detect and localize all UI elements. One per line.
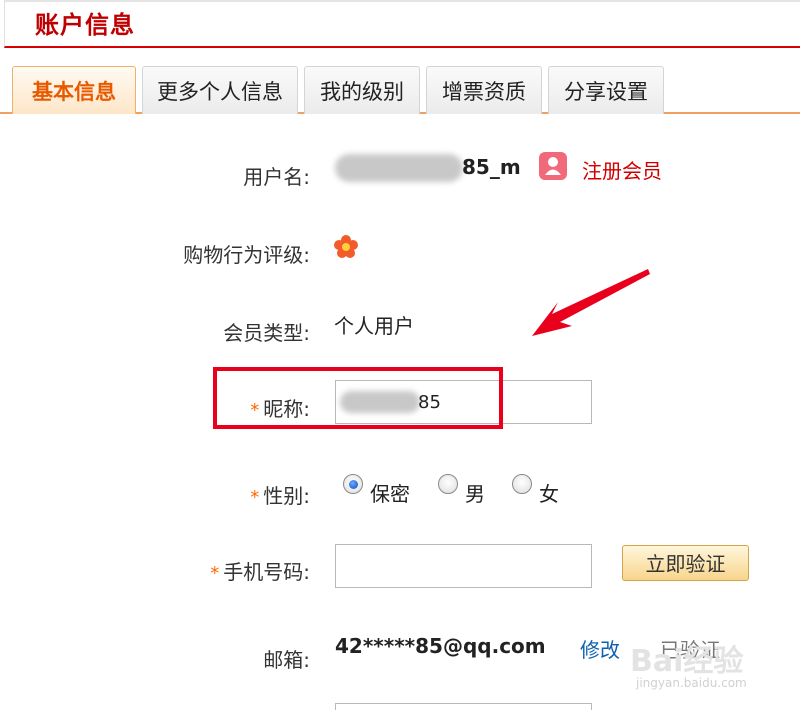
tab-my-level[interactable]: 我的级别 <box>304 66 420 114</box>
gender-option-female[interactable]: 女 <box>539 478 559 507</box>
next-field-input[interactable] <box>335 703 592 710</box>
email-label: 邮箱: <box>263 648 310 672</box>
tab-bar: 基本信息 更多个人信息 我的级别 增票资质 分享设置 <box>0 64 800 114</box>
email-value: 42*****85@qq.com <box>335 634 546 658</box>
title-bar: 账户信息 <box>4 0 800 48</box>
register-member-link[interactable]: 注册会员 <box>582 155 662 184</box>
phone-input[interactable] <box>335 544 592 588</box>
username-redacted <box>335 154 463 182</box>
phone-label-text: 手机号码: <box>223 560 310 584</box>
flower-rating-icon <box>333 234 359 260</box>
annotation-arrow-icon <box>532 269 650 336</box>
gender-option-secret[interactable]: 保密 <box>370 478 410 507</box>
edit-email-link[interactable]: 修改 <box>580 634 620 663</box>
user-icon <box>539 152 567 180</box>
watermark-url: jingyan.baidu.com <box>636 676 747 690</box>
tab-more-personal-info[interactable]: 更多个人信息 <box>142 66 298 114</box>
gender-label: * 性别: <box>200 480 310 509</box>
baidu-watermark: Bai经验 <box>630 644 744 679</box>
gender-label-text: 性别: <box>263 484 310 508</box>
page-title: 账户信息 <box>35 11 135 39</box>
username-value: 85_m <box>462 155 521 179</box>
username-label: 用户名: <box>243 165 310 189</box>
gender-radio-female[interactable] <box>512 474 532 494</box>
rating-label: 购物行为评级: <box>183 243 310 267</box>
required-mark: * <box>250 487 260 508</box>
member-type-value: 个人用户 <box>334 314 414 338</box>
member-type-label: 会员类型: <box>223 321 310 345</box>
highlight-box <box>213 367 503 429</box>
required-mark: * <box>210 563 220 584</box>
phone-label: * 手机号码: <box>190 556 310 585</box>
tab-share-settings[interactable]: 分享设置 <box>548 66 664 114</box>
gender-radio-male[interactable] <box>438 474 458 494</box>
tab-basic-info[interactable]: 基本信息 <box>12 66 136 114</box>
verify-now-button[interactable]: 立即验证 <box>622 545 749 581</box>
tab-vat-qualification[interactable]: 增票资质 <box>426 66 542 114</box>
gender-radio-secret[interactable] <box>343 474 363 494</box>
gender-option-male[interactable]: 男 <box>465 478 485 507</box>
